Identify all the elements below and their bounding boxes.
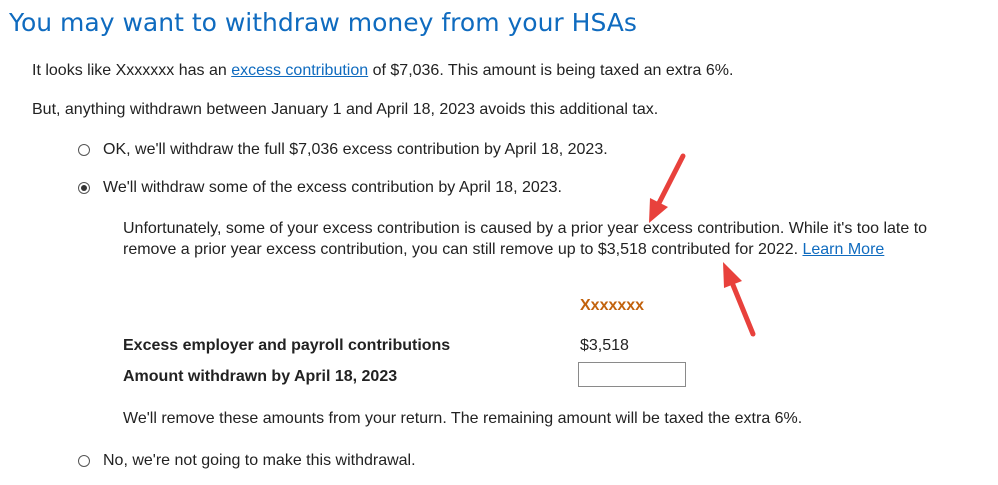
option-no-withdrawal-label: No, we're not going to make this withdra… — [103, 452, 416, 469]
amount-withdrawn-label: Amount withdrawn by April 18, 2023 — [123, 368, 398, 385]
prior-year-explanation: Unfortunately, some of your excess contr… — [123, 218, 943, 260]
arrow-icon — [723, 262, 756, 337]
page-title: You may want to withdraw money from your… — [9, 8, 637, 37]
arrow-icon — [649, 153, 686, 223]
option-withdraw-full-label: OK, we'll withdraw the full $7,036 exces… — [103, 141, 608, 158]
learn-more-link[interactable]: Learn More — [802, 241, 884, 258]
intro-text: It looks like Xxxxxxx has an excess cont… — [32, 62, 733, 80]
option-withdraw-some-label: We'll withdraw some of the excess contri… — [103, 179, 562, 196]
radio-withdraw-some[interactable] — [78, 182, 90, 194]
deadline-text: But, anything withdrawn between January … — [32, 101, 659, 118]
amount-withdrawn-input[interactable] — [578, 362, 686, 387]
column-header-name: Xxxxxxx — [580, 297, 645, 314]
removal-note: We'll remove these amounts from your ret… — [123, 410, 803, 427]
option-withdraw-full[interactable]: OK, we'll withdraw the full $7,036 exces… — [78, 141, 608, 159]
intro-text-part1: It looks like Xxxxxxx has an — [32, 62, 232, 79]
intro-text-part2: of $7,036. This amount is being taxed an… — [368, 62, 734, 79]
excess-employer-contributions-label: Excess employer and payroll contribution… — [123, 337, 451, 354]
radio-withdraw-full[interactable] — [78, 144, 90, 156]
excess-employer-contributions-value: $3,518 — [580, 337, 629, 354]
option-withdraw-some[interactable]: We'll withdraw some of the excess contri… — [78, 179, 562, 197]
radio-no-withdrawal[interactable] — [78, 455, 90, 467]
excess-contribution-link[interactable]: excess contribution — [231, 62, 368, 79]
option-no-withdrawal[interactable]: No, we're not going to make this withdra… — [78, 452, 416, 470]
